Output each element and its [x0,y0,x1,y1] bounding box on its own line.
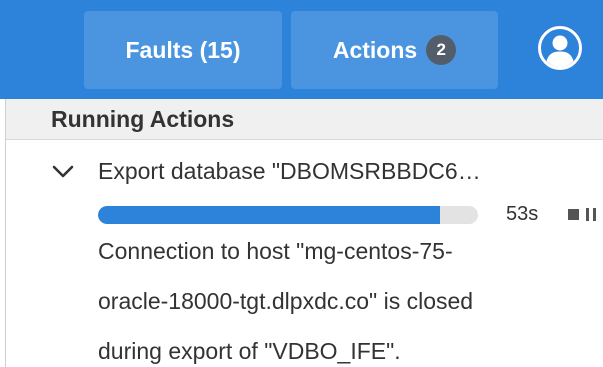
progress-fill [98,206,440,224]
actions-label: Actions [332,36,418,63]
section-title: Running Actions [51,106,235,132]
faults-button[interactable]: Faults (15) [84,11,282,89]
progress-bar [98,206,478,224]
actions-count-badge: 2 [426,35,457,65]
chevron-down-icon[interactable] [52,163,74,181]
action-title[interactable]: Export database "DBOMSRBBDC6… [98,158,481,185]
stop-icon[interactable] [568,209,579,220]
action-message-line: Connection to host "mg-centos-75- [98,238,453,264]
elapsed-time: 53s [506,203,539,225]
running-actions-header: Running Actions [6,99,603,140]
pause-icon[interactable] [586,208,603,221]
top-bar: Faults (15) Actions 2 [0,0,603,99]
action-message-line: during export of "VDBO_IFE". [98,338,401,364]
faults-label: Faults (15) [125,36,241,63]
user-circle-icon[interactable] [537,25,583,71]
actions-button[interactable]: Actions 2 [291,11,498,89]
action-message-line: oracle-18000-tgt.dlpxdc.co" is closed [98,288,474,314]
